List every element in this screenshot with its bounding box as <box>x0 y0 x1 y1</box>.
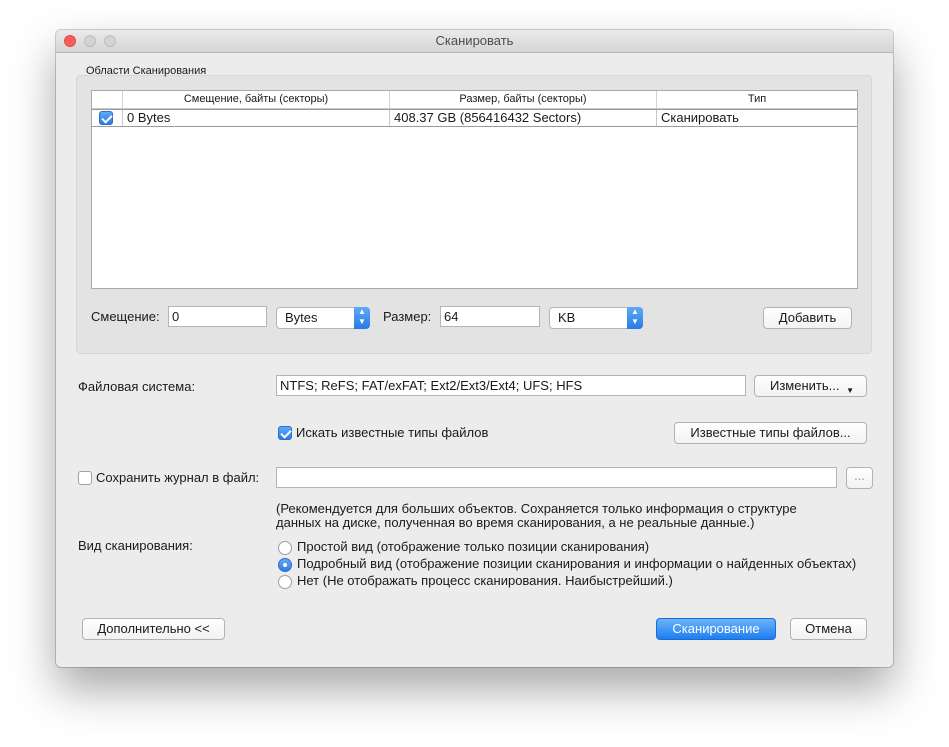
row-checkbox[interactable] <box>99 111 113 125</box>
start-scan-button[interactable]: Сканирование <box>656 618 776 640</box>
column-header-check <box>92 91 122 108</box>
row-size-cell: 408.37 GB (856416432 Sectors) <box>389 110 656 126</box>
browse-log-button[interactable]: ... <box>846 467 873 489</box>
filesystem-label: Файловая система: <box>78 379 196 394</box>
close-window-button[interactable] <box>64 35 76 47</box>
row-type-cell: Сканировать <box>656 110 857 126</box>
minimize-window-button <box>84 35 96 47</box>
size-label: Размер: <box>383 309 432 324</box>
column-header-offset[interactable]: Смещение, байты (секторы) <box>122 91 389 108</box>
row-check-cell <box>92 110 122 126</box>
table-row[interactable]: 0 Bytes 408.37 GB (856416432 Sectors) Ск… <box>92 109 857 127</box>
change-filesystem-label: Изменить... <box>769 378 840 393</box>
chevron-updown-icon: ▲ ▼ <box>627 307 643 329</box>
dropdown-arrow-icon: ▼ <box>846 386 855 395</box>
change-filesystem-button[interactable]: Изменить... ▼ <box>754 375 867 397</box>
scan-regions-table[interactable]: Смещение, байты (секторы) Размер, байты … <box>91 90 858 289</box>
column-header-type[interactable]: Тип <box>656 91 857 108</box>
column-header-size[interactable]: Размер, байты (секторы) <box>389 91 656 108</box>
scan-view-simple-label[interactable]: Простой вид (отображение только позиции … <box>297 539 649 554</box>
offset-unit-select[interactable]: Bytes ▲ ▼ <box>276 307 370 329</box>
add-region-button[interactable]: Добавить <box>763 307 852 329</box>
title-bar[interactable]: Сканировать <box>56 30 893 53</box>
known-types-checkbox[interactable] <box>278 426 292 440</box>
save-log-label[interactable]: Сохранить журнал в файл: <box>96 470 259 485</box>
row-offset-cell: 0 Bytes <box>122 110 389 126</box>
window-title: Сканировать <box>435 33 514 48</box>
zoom-window-button <box>104 35 116 47</box>
known-file-types-button[interactable]: Известные типы файлов... <box>674 422 867 444</box>
cancel-button[interactable]: Отмена <box>790 618 867 640</box>
scan-view-label: Вид сканирования: <box>78 538 193 553</box>
scan-view-detailed-radio[interactable] <box>278 558 292 572</box>
advanced-toggle-button[interactable]: Дополнительно << <box>82 618 225 640</box>
known-types-label[interactable]: Искать известные типы файлов <box>296 425 488 440</box>
size-unit-value: KB <box>558 310 576 325</box>
filesystem-field[interactable]: NTFS; ReFS; FAT/exFAT; Ext2/Ext3/Ext4; U… <box>276 375 746 396</box>
scan-regions-group-label: Области Сканирования <box>86 65 207 77</box>
chevron-updown-icon: ▲ ▼ <box>354 307 370 329</box>
offset-input[interactable]: 0 <box>168 306 267 327</box>
log-path-input[interactable] <box>276 467 837 488</box>
size-unit-select[interactable]: KB ▲ ▼ <box>549 307 643 329</box>
scan-dialog: Сканировать Области Сканирования Смещени… <box>56 30 893 667</box>
table-header: Смещение, байты (секторы) Размер, байты … <box>92 91 857 109</box>
scan-view-simple-radio[interactable] <box>278 541 292 555</box>
size-input[interactable]: 64 <box>440 306 540 327</box>
save-log-checkbox[interactable] <box>78 471 92 485</box>
scan-view-none-radio[interactable] <box>278 575 292 589</box>
offset-unit-value: Bytes <box>285 310 318 325</box>
log-note-line-2: данных на диске, полученная во время ска… <box>276 515 755 530</box>
scan-view-none-label[interactable]: Нет (Не отображать процесс сканирования.… <box>297 573 673 588</box>
scan-view-detailed-label[interactable]: Подробный вид (отображение позиции скани… <box>297 556 856 571</box>
offset-label: Смещение: <box>91 309 160 324</box>
